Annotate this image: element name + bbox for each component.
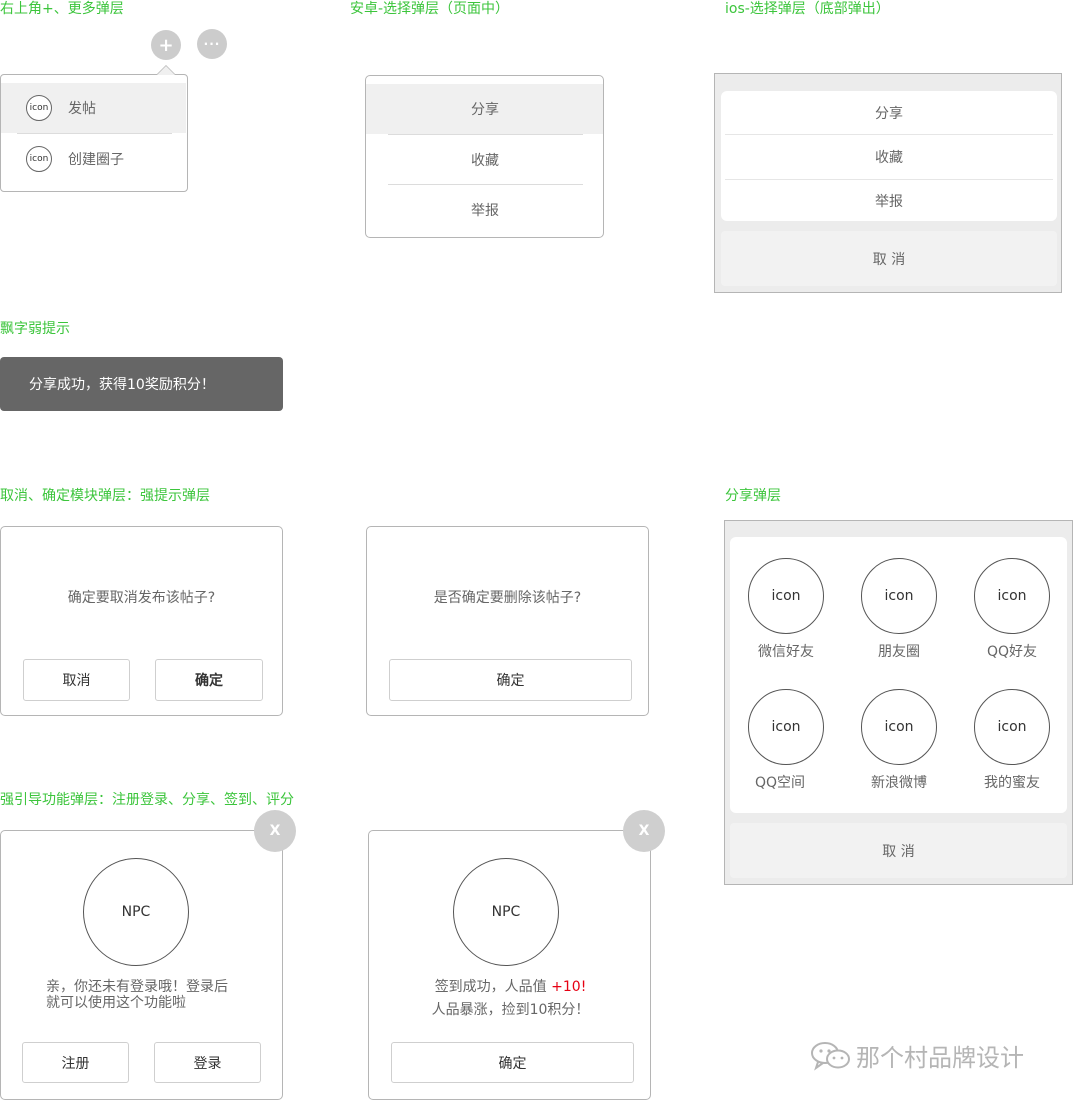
more-icon: ··· [203,37,221,51]
section-label-toast: 飘字弱提示 [0,321,70,337]
menu-item-create-circle-label: 创建圈子 [68,152,124,168]
post-icon: icon [26,95,52,121]
guide-checkin-line1: 签到成功，人品值 +10! [369,979,652,995]
toast: 分享成功，获得10奖励积分！ [0,357,283,411]
checkin-line1-prefix: 签到成功，人品值 [434,979,552,995]
qq-friend-icon[interactable]: icon [974,558,1050,634]
best-friend-icon[interactable]: icon [974,689,1050,765]
karma-value: +10 [551,979,581,995]
cancel-button[interactable]: 取消 [23,659,130,701]
share-label-qzone: QQ空间 [754,775,806,791]
share-label-weibo: 新浪微博 [871,775,927,791]
close-icon[interactable]: X [254,810,296,852]
share-card: icon 微信好友 icon 朋友圈 icon QQ好友 icon QQ空间 i… [730,537,1067,813]
section-label-share-sheet: 分享弹层 [725,488,781,504]
share-label-qq-friend: QQ好友 [986,644,1038,660]
share-label-wechat-friend: 微信好友 [758,644,814,660]
dialog-message: 是否确定要删除该帖子? [433,590,582,606]
wechat-friend-icon[interactable]: icon [748,558,824,634]
share-label-moments: 朋友圈 [878,644,920,660]
share-cancel-button[interactable]: 取 消 [730,823,1067,878]
watermark-text: 那个村品牌设计 [856,1044,1024,1072]
dialog-message: 确定要取消发布该帖子? [67,590,216,606]
android-item-share[interactable]: 分享 [366,84,603,134]
android-item-report[interactable]: 举报 [366,185,603,235]
register-button[interactable]: 注册 [22,1042,129,1083]
guide-dialog-checkin: NPC 签到成功，人品值 +10! 人品暴涨，捡到10积分！ 确定 [368,830,651,1100]
plus-icon: + [158,34,174,56]
confirm-button[interactable]: 确定 [155,659,263,701]
section-label-ios-sheet: ios-选择弹层（底部弹出） [725,1,890,17]
ios-options-card: 分享 收藏 举报 [721,91,1057,221]
npc-avatar: NPC [83,858,189,966]
login-button[interactable]: 登录 [154,1042,261,1083]
ios-sheet: 分享 收藏 举报 取 消 [714,73,1062,293]
section-label-confirm-dialogs: 取消、确定模块弹层：强提示弹层 [0,488,210,504]
popover-menu: icon 发帖 icon 创建圈子 [0,74,188,192]
ios-cancel-button[interactable]: 取 消 [721,231,1057,286]
android-item-favorite[interactable]: 收藏 [366,135,603,185]
section-label-top-right-menu: 右上角+、更多弹层 [0,1,124,17]
ios-item-favorite[interactable]: 收藏 [721,135,1057,178]
dialog-delete: 是否确定要删除该帖子? 确定 [366,526,649,716]
guide-dialog-login: NPC 亲，你还未有登录哦！登录后 就可以使用这个功能啦 注册 登录 [0,830,283,1100]
plus-button[interactable]: + [151,30,181,60]
confirm-button[interactable]: 确定 [389,659,632,701]
section-label-guide-dialogs: 强引导功能弹层：注册登录、分享、签到、评分 [0,792,294,808]
weibo-icon[interactable]: icon [861,689,937,765]
section-label-android-sheet: 安卓-选择弹层（页面中） [350,1,510,17]
android-sheet: 分享 收藏 举报 [365,75,604,238]
guide-checkin-line2: 人品暴涨，捡到10积分！ [431,1002,590,1018]
menu-item-create-circle[interactable]: icon 创建圈子 [1,134,186,184]
guide-login-line1: 亲，你还未有登录哦！登录后 [46,979,228,995]
menu-item-post-label: 发帖 [68,101,96,117]
confirm-button[interactable]: 确定 [391,1042,634,1083]
more-button[interactable]: ··· [197,29,227,59]
menu-item-post[interactable]: icon 发帖 [1,83,186,133]
dialog-cancel-publish: 确定要取消发布该帖子? 取消 确定 [0,526,283,716]
qzone-icon[interactable]: icon [748,689,824,765]
popover-arrow-fill [157,66,175,75]
npc-avatar: NPC [453,858,559,966]
wechat-logo-icon [811,1041,850,1071]
ios-item-report[interactable]: 举报 [721,180,1057,221]
share-label-best-friend: 我的蜜友 [984,775,1040,791]
watermark: 那个村品牌设计 [810,1038,1024,1073]
share-sheet: icon 微信好友 icon 朋友圈 icon QQ好友 icon QQ空间 i… [724,520,1073,885]
close-icon[interactable]: X [623,810,665,852]
circle-icon: icon [26,146,52,172]
moments-icon[interactable]: icon [861,558,937,634]
checkin-line1-suffix: ! [580,979,587,995]
guide-login-line2: 就可以使用这个功能啦 [46,995,186,1011]
ios-item-share[interactable]: 分享 [721,91,1057,134]
